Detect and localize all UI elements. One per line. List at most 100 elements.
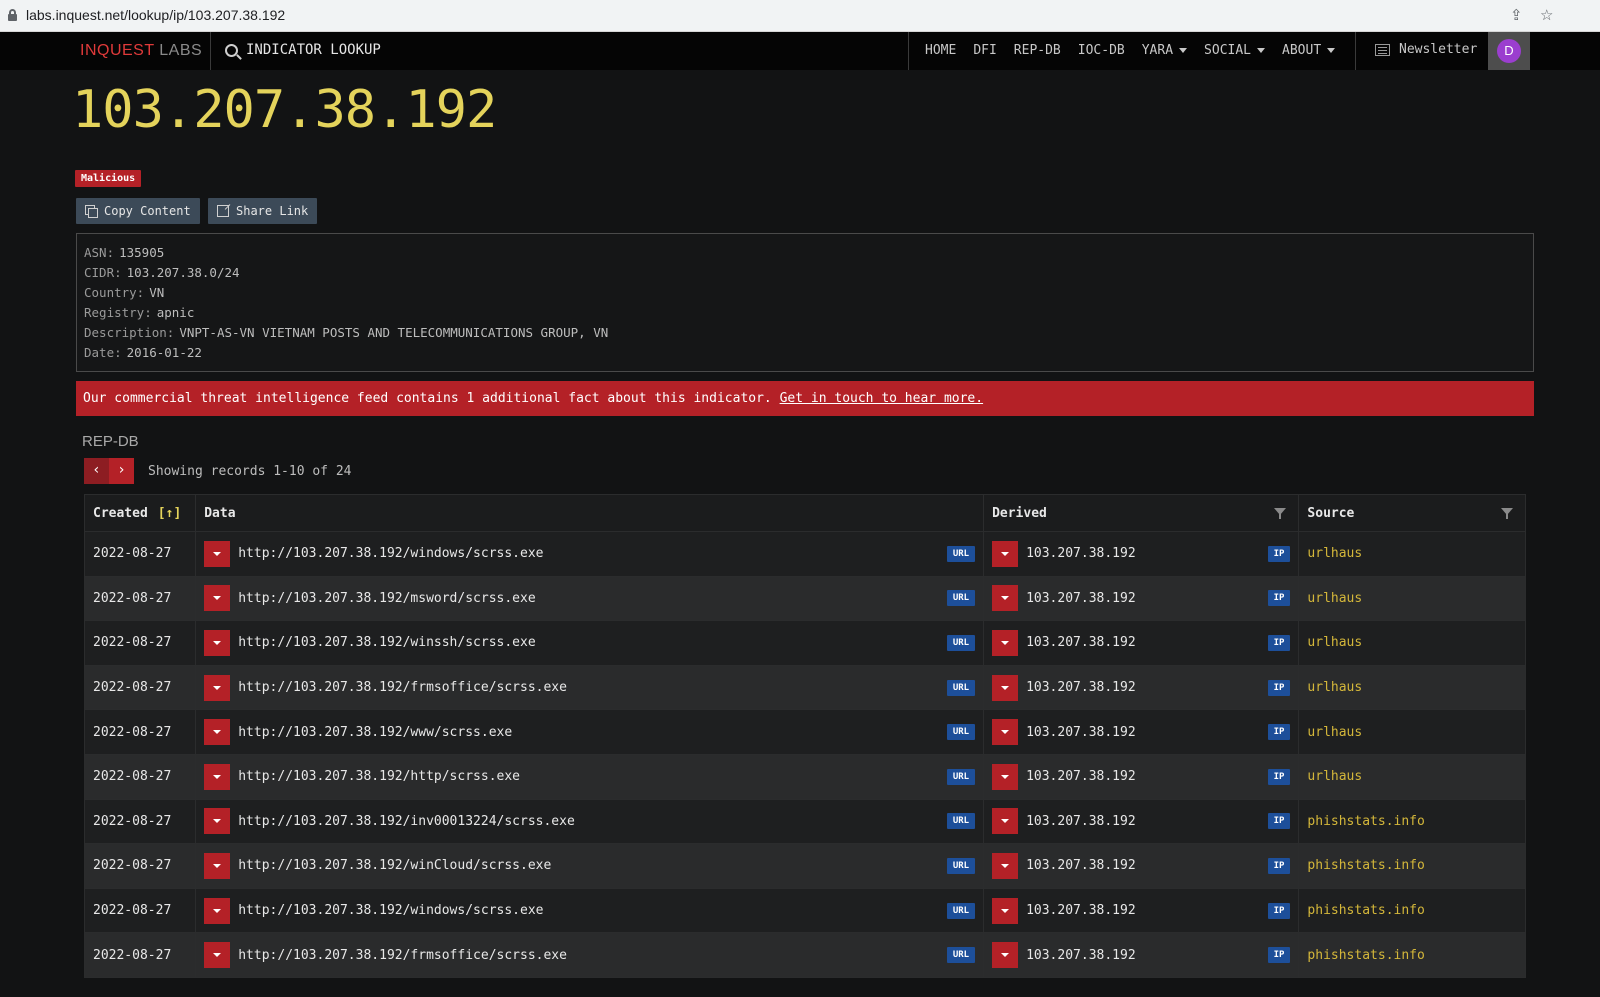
row-actions-dropdown[interactable] [204, 674, 231, 701]
derived-actions-dropdown[interactable] [992, 897, 1019, 924]
derived-value[interactable]: 103.207.38.192 [1026, 903, 1136, 918]
data-value[interactable]: http://103.207.38.192/winssh/scrss.exe [238, 635, 535, 650]
source-link[interactable]: phishstats.info [1307, 948, 1424, 963]
source-link[interactable]: urlhaus [1307, 591, 1362, 606]
type-tag-url: URL [946, 590, 976, 607]
derived-value[interactable]: 103.207.38.192 [1026, 635, 1136, 650]
data-value[interactable]: http://103.207.38.192/inv00013224/scrss.… [238, 814, 575, 829]
row-actions-dropdown[interactable] [204, 942, 231, 969]
info-value: VNPT-AS-VN VIETNAM POSTS AND TELECOMMUNI… [179, 325, 609, 340]
indicator-lookup-button[interactable]: INDICATOR LOOKUP [225, 42, 381, 58]
copy-content-button[interactable]: Copy Content [76, 198, 200, 224]
source-link[interactable]: urlhaus [1307, 635, 1362, 650]
filter-icon[interactable] [1274, 508, 1287, 519]
chevron-down-icon [1001, 863, 1010, 868]
derived-value[interactable]: 103.207.38.192 [1026, 546, 1136, 561]
chevron-down-icon [1001, 640, 1010, 645]
nav-about[interactable]: ABOUT [1282, 43, 1336, 58]
data-cell: http://103.207.38.192/inv00013224/scrss.… [195, 798, 985, 845]
type-tag-ip: IP [1267, 724, 1291, 741]
derived-actions-dropdown[interactable] [992, 629, 1019, 656]
inquest-labs-logo[interactable]: INQUEST LABS [80, 42, 202, 60]
prev-page-button[interactable]: ‹ [84, 458, 109, 484]
nav-social[interactable]: SOCIAL [1204, 43, 1266, 58]
derived-value[interactable]: 103.207.38.192 [1026, 948, 1136, 963]
column-data: Data [195, 494, 985, 532]
derived-actions-dropdown[interactable] [992, 719, 1019, 746]
nav-ioc-db[interactable]: IOC-DB [1078, 43, 1125, 58]
data-cell: http://103.207.38.192/winCloud/scrss.exe… [195, 843, 985, 889]
derived-value[interactable]: 103.207.38.192 [1026, 814, 1136, 829]
nav-divider [908, 32, 909, 70]
pagination: ‹ › [84, 458, 134, 484]
row-actions-dropdown[interactable] [204, 719, 231, 746]
derived-value[interactable]: 103.207.38.192 [1026, 858, 1136, 873]
type-tag-url: URL [946, 947, 976, 964]
row-actions-dropdown[interactable] [204, 808, 231, 835]
info-registry: Registry: apnic [84, 303, 1526, 323]
data-value[interactable]: http://103.207.38.192/windows/scrss.exe [238, 903, 543, 918]
derived-actions-dropdown[interactable] [992, 808, 1019, 835]
share-page-icon[interactable]: ⇪ [1510, 6, 1523, 24]
bookmark-star-icon[interactable]: ☆ [1540, 6, 1553, 24]
source-link[interactable]: phishstats.info [1307, 903, 1424, 918]
filter-icon[interactable] [1501, 508, 1513, 519]
derived-value[interactable]: 103.207.38.192 [1026, 769, 1136, 784]
source-link[interactable]: phishstats.info [1307, 814, 1424, 829]
logo-text-primary: INQUEST [80, 42, 155, 59]
source-link[interactable]: urlhaus [1307, 725, 1362, 740]
derived-value[interactable]: 103.207.38.192 [1026, 680, 1136, 695]
nav-yara[interactable]: YARA [1141, 43, 1188, 58]
derived-actions-dropdown[interactable] [992, 540, 1019, 567]
newspaper-icon [1375, 43, 1390, 56]
source-link[interactable]: urlhaus [1307, 680, 1362, 695]
table-row: 2022-08-27 http://103.207.38.192/winCloud… [83, 843, 1526, 889]
data-value[interactable]: http://103.207.38.192/windows/scrss.exe [238, 546, 543, 561]
row-actions-dropdown[interactable] [204, 852, 231, 879]
share-link-button[interactable]: Share Link [208, 198, 318, 224]
newsletter-button[interactable]: Newsletter [1375, 42, 1477, 57]
data-value[interactable]: http://103.207.38.192/frmsoffice/scrss.e… [238, 680, 567, 695]
derived-cell: 103.207.38.192 IP [983, 798, 1300, 845]
source-link[interactable]: urlhaus [1307, 769, 1362, 784]
source-link[interactable]: phishstats.info [1307, 858, 1424, 873]
column-created[interactable]: Created [↑] [83, 494, 197, 532]
derived-actions-dropdown[interactable] [992, 763, 1019, 790]
row-actions-dropdown[interactable] [204, 540, 231, 567]
source-cell: urlhaus [1298, 709, 1526, 755]
sort-asc-icon[interactable]: [↑] [158, 506, 181, 521]
table-row: 2022-08-27 http://103.207.38.192/www/scrs… [83, 709, 1526, 755]
nav-dfi[interactable]: DFI [973, 43, 996, 58]
derived-actions-dropdown[interactable] [992, 852, 1019, 879]
chevron-down-icon [1001, 596, 1010, 601]
nav-social-label: SOCIAL [1204, 43, 1252, 58]
nav-home[interactable]: HOME [925, 43, 956, 58]
derived-value[interactable]: 103.207.38.192 [1026, 725, 1136, 740]
next-page-button[interactable]: › [109, 458, 134, 484]
data-value[interactable]: http://103.207.38.192/msword/scrss.exe [238, 591, 535, 606]
source-link[interactable]: urlhaus [1307, 546, 1362, 561]
address-url[interactable]: labs.inquest.net/lookup/ip/103.207.38.19… [26, 7, 285, 23]
user-menu[interactable]: D [1488, 32, 1530, 70]
data-value[interactable]: http://103.207.38.192/frmsoffice/scrss.e… [238, 948, 567, 963]
row-actions-dropdown[interactable] [204, 763, 231, 790]
row-actions-dropdown[interactable] [204, 585, 231, 612]
data-value[interactable]: http://103.207.38.192/http/scrss.exe [238, 769, 520, 784]
lookup-label: INDICATOR LOOKUP [246, 42, 381, 58]
derived-actions-dropdown[interactable] [992, 674, 1019, 701]
data-value[interactable]: http://103.207.38.192/www/scrss.exe [238, 725, 512, 740]
chevron-down-icon [1001, 730, 1010, 735]
contact-link[interactable]: Get in touch to hear more. [780, 391, 984, 406]
data-value[interactable]: http://103.207.38.192/winCloud/scrss.exe [238, 858, 551, 873]
row-actions-dropdown[interactable] [204, 897, 231, 924]
chevron-down-icon [1001, 685, 1010, 690]
derived-actions-dropdown[interactable] [992, 585, 1019, 612]
nav-yara-label: YARA [1141, 43, 1174, 58]
avatar[interactable]: D [1497, 39, 1521, 63]
nav-rep-db[interactable]: REP-DB [1014, 43, 1061, 58]
row-actions-dropdown[interactable] [204, 629, 231, 656]
lock-icon [8, 9, 17, 21]
data-cell: http://103.207.38.192/frmsoffice/scrss.e… [195, 932, 985, 978]
derived-actions-dropdown[interactable] [992, 942, 1019, 969]
derived-value[interactable]: 103.207.38.192 [1026, 591, 1136, 606]
